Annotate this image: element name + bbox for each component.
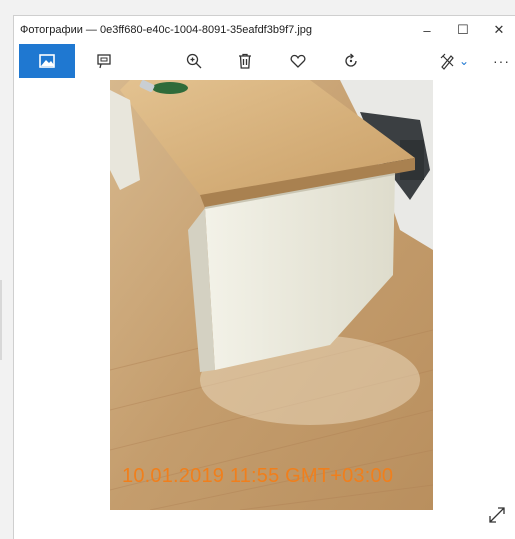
fullscreen-button[interactable]: [487, 505, 507, 525]
close-icon: ✕: [493, 22, 505, 37]
rotate-button[interactable]: [332, 44, 370, 78]
delete-button[interactable]: [226, 44, 264, 78]
view-photo-button[interactable]: [19, 44, 75, 78]
minimize-button[interactable]: –: [409, 16, 445, 44]
maximize-icon: ☐: [457, 22, 469, 37]
zoom-in-icon: [186, 53, 202, 69]
close-button[interactable]: ✕: [481, 16, 515, 44]
more-icon: ···: [493, 53, 510, 69]
toolbar: ⌄ ···: [14, 44, 515, 78]
favorite-icon: [290, 54, 306, 68]
zoom-in-button[interactable]: [175, 44, 213, 78]
photos-app-window: Фотографии — 0e3ff680-e40c-1004-8091-35e…: [14, 16, 515, 539]
minimize-icon: –: [423, 22, 431, 38]
left-edge-scrollbar: [0, 280, 2, 360]
delete-icon: [239, 53, 251, 69]
edit-draw-icon: [440, 53, 454, 70]
more-button[interactable]: ···: [488, 44, 515, 78]
photo-timestamp: 10.01.2019 11:55 GMT+03:00: [122, 465, 394, 487]
view-photo-icon: [39, 54, 55, 68]
rotate-icon: [345, 53, 357, 67]
window-title: Фотографии — 0e3ff680-e40c-1004-8091-35e…: [20, 24, 312, 36]
slideshow-button[interactable]: [85, 44, 123, 78]
photo-viewer-image[interactable]: 10.01.2019 11:55 GMT+03:00: [110, 80, 433, 510]
slideshow-icon: [97, 54, 111, 69]
favorite-button[interactable]: [279, 44, 317, 78]
chevron-down-icon: ⌄: [458, 54, 470, 68]
desk-photo: [110, 80, 433, 510]
expand-icon: [489, 507, 505, 523]
edit-draw-button[interactable]: ⌄: [432, 44, 476, 78]
maximize-button[interactable]: ☐: [445, 16, 481, 44]
title-bar: Фотографии — 0e3ff680-e40c-1004-8091-35e…: [14, 16, 515, 44]
